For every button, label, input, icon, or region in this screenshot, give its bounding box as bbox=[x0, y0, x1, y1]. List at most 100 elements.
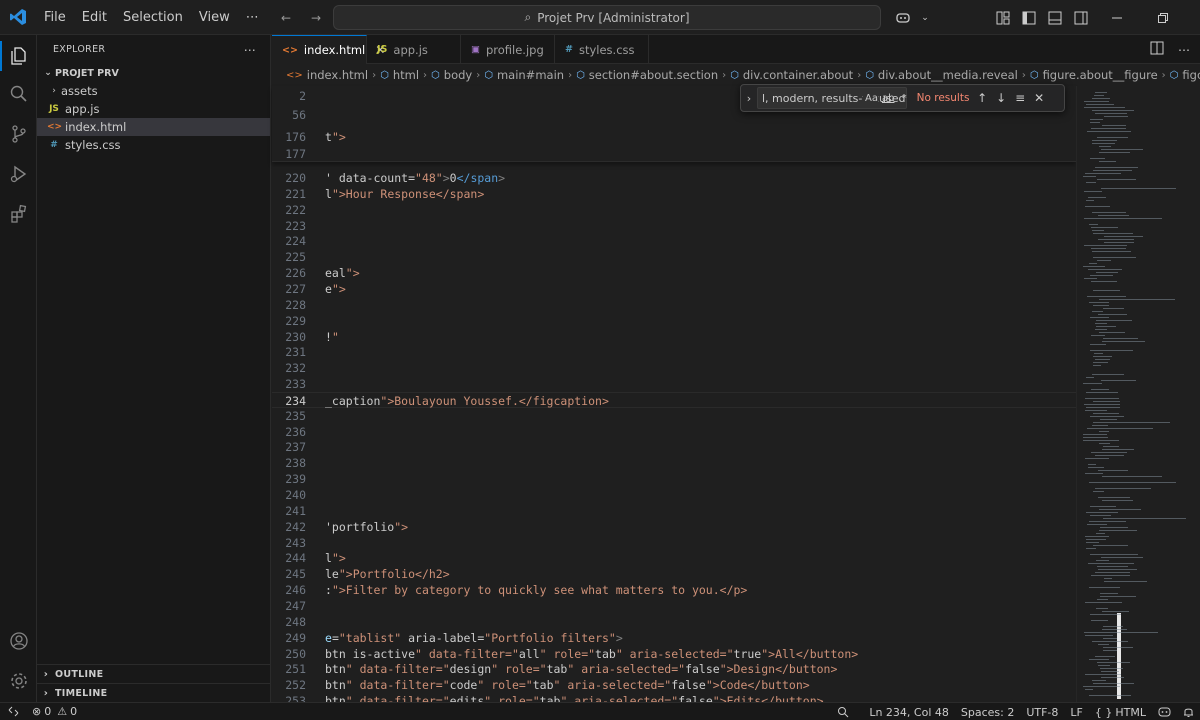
code-line[interactable]: 236 bbox=[272, 424, 1076, 440]
breadcrumb-item[interactable]: ⬡ html bbox=[380, 68, 419, 82]
command-center[interactable]: ⌕ Projet Prv [Administrator] bbox=[333, 5, 881, 30]
close-window-icon[interactable] bbox=[1186, 0, 1200, 35]
code-line[interactable]: 249 e="tablist" aria-label="Portfolio fil… bbox=[272, 630, 1076, 646]
code-line[interactable]: 223 bbox=[272, 218, 1076, 234]
code-line[interactable]: 251 btn" data-filter="design" role="tab" … bbox=[272, 661, 1076, 677]
code-line[interactable]: 230 !" bbox=[272, 329, 1076, 345]
code-line[interactable]: 240 bbox=[272, 487, 1076, 503]
minimize-icon[interactable] bbox=[1094, 0, 1140, 35]
code-line[interactable]: 248 bbox=[272, 614, 1076, 630]
toggle-secondary-sidebar-icon[interactable] bbox=[1068, 0, 1094, 35]
breadcrumb-item[interactable]: ⬡ body bbox=[431, 68, 472, 82]
code-line[interactable]: 250 btn is-active" data-filter="all" role… bbox=[272, 646, 1076, 662]
indentation[interactable]: Spaces: 2 bbox=[955, 706, 1020, 719]
breadcrumb-item[interactable]: ⬡ section#about.section bbox=[576, 68, 718, 82]
explorer-icon[interactable] bbox=[0, 37, 37, 75]
next-match-icon[interactable]: ↓ bbox=[992, 91, 1011, 105]
code-line[interactable]: 225 bbox=[272, 249, 1076, 265]
account-icon[interactable] bbox=[0, 622, 37, 660]
code-line[interactable]: 227 e"> bbox=[272, 281, 1076, 297]
toggle-panel-icon[interactable] bbox=[1042, 0, 1068, 35]
remote-indicator-icon[interactable] bbox=[0, 703, 26, 720]
chevron-down-icon[interactable]: ⌄ bbox=[916, 0, 934, 35]
code-line[interactable]: 242 'portfolio"> bbox=[272, 519, 1076, 535]
code-line[interactable]: 246:">Filter by category to quickly see … bbox=[272, 582, 1076, 598]
cursor-position[interactable]: Ln 234, Col 48 bbox=[863, 706, 955, 719]
code-line[interactable]: 252 btn" data-filter="code" role="tab" ar… bbox=[272, 677, 1076, 693]
previous-match-icon[interactable]: ↑ bbox=[973, 91, 992, 105]
sidebar-item-index-html[interactable]: <> index.html bbox=[37, 118, 270, 136]
problems-status[interactable]: ⊗ 0 ⚠ 0 bbox=[26, 705, 83, 718]
zoom-icon[interactable] bbox=[831, 706, 855, 718]
restore-icon[interactable] bbox=[1140, 0, 1186, 35]
code-line[interactable]: 231 bbox=[272, 344, 1076, 360]
code-line[interactable]: 229 bbox=[272, 313, 1076, 329]
more-actions-icon[interactable]: ⋯ bbox=[244, 43, 256, 57]
source-control-icon[interactable] bbox=[0, 115, 37, 153]
tab-app-js[interactable]: JS app.js bbox=[367, 35, 461, 64]
code-line[interactable]: 243 bbox=[272, 535, 1076, 551]
breadcrumb-item[interactable]: ⬡ div.container.about bbox=[730, 68, 853, 82]
breadcrumb-item[interactable]: ⬡ div.about__media.reveal bbox=[865, 68, 1018, 82]
code-line[interactable]: 176 t"> bbox=[272, 129, 1076, 145]
code-line[interactable]: 222 bbox=[272, 202, 1076, 218]
menu-file[interactable]: File bbox=[36, 0, 74, 35]
sidebar-item-app-js[interactable]: JS app.js bbox=[37, 100, 270, 118]
code-line[interactable]: 237 bbox=[272, 439, 1076, 455]
go-back-icon[interactable]: ← bbox=[276, 8, 296, 28]
copilot-icon[interactable] bbox=[890, 0, 916, 35]
code-line[interactable]: 238 bbox=[272, 455, 1076, 471]
code-line[interactable]: 220 ' data-count="48">0</span> bbox=[272, 170, 1076, 186]
tab-index-html[interactable]: <> index.html ✕ bbox=[272, 35, 385, 64]
run-debug-icon[interactable] bbox=[0, 155, 37, 193]
whole-word-toggle[interactable]: ab bbox=[882, 93, 894, 104]
breadcrumb-item[interactable]: ⬡ figure.about__figure bbox=[1030, 68, 1158, 82]
code-line[interactable]: 233 bbox=[272, 376, 1076, 392]
current-code-line[interactable]: 234 _caption">Boulayoun Youssef.</figcapt… bbox=[272, 392, 1076, 408]
language-mode[interactable]: { } HTML bbox=[1089, 706, 1152, 719]
sidebar-item-styles-css[interactable]: # styles.css bbox=[37, 136, 270, 154]
more-actions-icon[interactable]: ⋯ bbox=[1178, 43, 1190, 57]
toggle-replace-chevron-icon[interactable]: › bbox=[741, 92, 757, 105]
code-line[interactable]: 244 l"> bbox=[272, 550, 1076, 566]
split-editor-icon[interactable] bbox=[1150, 41, 1164, 58]
code-line[interactable]: 224 bbox=[272, 233, 1076, 249]
tab-profile-jpg[interactable]: ▣ profile.jpg bbox=[461, 35, 555, 64]
code-line[interactable]: 247 bbox=[272, 598, 1076, 614]
notifications-bell-icon[interactable] bbox=[1177, 706, 1200, 718]
code-line[interactable]: 253 btn" data-filter="edits" role="tab" a… bbox=[272, 693, 1076, 702]
match-case-toggle[interactable]: Aa bbox=[863, 92, 878, 104]
code-line[interactable]: 221 l">Hour Response</span> bbox=[272, 186, 1076, 202]
regex-toggle[interactable]: .* bbox=[898, 93, 906, 104]
breadcrumb-item[interactable]: <> index.html bbox=[286, 68, 368, 82]
code-editor[interactable]: 220 ' data-count="48">0</span> 221 l">Hour … bbox=[272, 168, 1076, 702]
encoding[interactable]: UTF-8 bbox=[1020, 706, 1064, 719]
find-in-selection-icon[interactable]: ≡ bbox=[1011, 91, 1030, 105]
more-menu-icon[interactable]: ⋯ bbox=[238, 0, 267, 35]
close-icon[interactable]: ✕ bbox=[1030, 91, 1049, 105]
code-line[interactable]: 177 bbox=[272, 146, 1076, 162]
end-of-line[interactable]: LF bbox=[1064, 706, 1088, 719]
code-line[interactable]: 241 bbox=[272, 503, 1076, 519]
code-line[interactable]: 245 le">Portfolio</h2> bbox=[272, 566, 1076, 582]
code-line[interactable]: 228 bbox=[272, 297, 1076, 313]
extensions-icon[interactable] bbox=[0, 195, 37, 233]
breadcrumb-item[interactable]: ⬡figcaption.about__caption bbox=[1170, 68, 1200, 82]
tab-styles-css[interactable]: # styles.css bbox=[555, 35, 649, 64]
timeline-section[interactable]: › TIMELINE bbox=[37, 683, 271, 702]
code-line[interactable]: 239 bbox=[272, 471, 1076, 487]
copilot-status-icon[interactable] bbox=[1152, 706, 1177, 718]
breadcrumb-item[interactable]: ⬡ main#main bbox=[484, 68, 564, 82]
menu-view[interactable]: View bbox=[191, 0, 238, 35]
sidebar-item-assets[interactable]: › assets bbox=[37, 82, 270, 100]
code-line[interactable]: 235 bbox=[272, 408, 1076, 424]
search-view-icon[interactable] bbox=[0, 75, 37, 113]
menu-edit[interactable]: Edit bbox=[74, 0, 115, 35]
menu-selection[interactable]: Selection bbox=[115, 0, 191, 35]
go-forward-icon[interactable]: → bbox=[306, 8, 326, 28]
customize-layout-icon[interactable] bbox=[990, 0, 1016, 35]
code-line[interactable]: 232 bbox=[272, 360, 1076, 376]
minimap[interactable] bbox=[1076, 86, 1200, 702]
outline-section[interactable]: › OUTLINE bbox=[37, 664, 271, 683]
code-line[interactable]: 226 eal"> bbox=[272, 265, 1076, 281]
